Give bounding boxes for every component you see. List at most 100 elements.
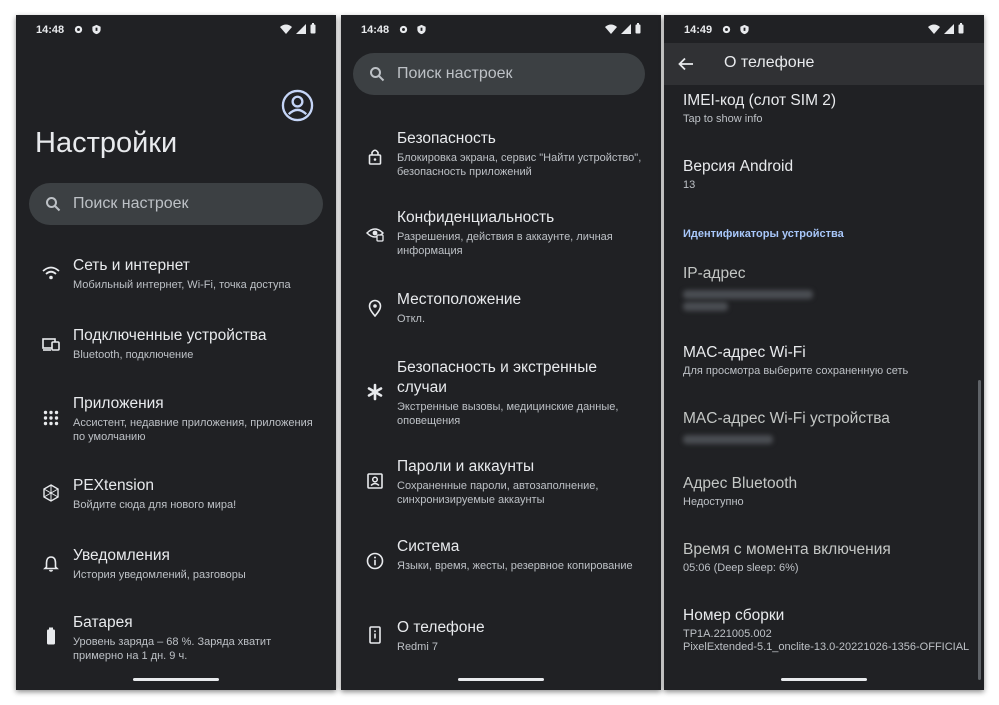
about-phone-screen: 14:49 О телефоне IMEI-код (слот SIM 2) T… [664,15,984,690]
settings-item-network[interactable]: Сеть и интернет Мобильный интернет, Wi-F… [16,253,336,303]
settings-item-battery[interactable]: Батарея Уровень заряда – 68 %. Заряда хв… [16,611,336,671]
cell-signal-icon [296,23,306,34]
battery-status-icon [635,23,641,34]
settings-item-privacy[interactable]: Конфиденциальность Разрешения, действия … [341,206,661,266]
item-subtitle: Войдите сюда для нового мира! [73,499,237,511]
status-time: 14:48 [36,24,65,36]
account-box-icon [367,473,383,489]
settings-item-emergency[interactable]: Безопасность и экстренные случаи Экстрен… [341,356,661,436]
scrollbar[interactable] [978,380,981,680]
search-icon [370,67,385,82]
settings-item-passwords-accounts[interactable]: Пароли и аккаунты Сохраненные пароли, ав… [341,455,661,515]
item-subtitle: Bluetooth, подключение [73,349,194,361]
item-subtitle: История уведомлений, разговоры [73,569,246,581]
apps-grid-icon [43,410,59,426]
cell-signal-icon [944,23,954,34]
privacy-eye-icon [366,228,384,242]
item-subtitle: Откл. [397,313,426,325]
info-item-ip-address[interactable]: IP-адрес [683,264,974,311]
item-title: IP-адрес [683,265,746,282]
item-title: Конфиденциальность [397,209,555,226]
info-item-bluetooth-address[interactable]: Адрес Bluetooth Недоступно [683,474,974,509]
item-subtitle: Ассистент, недавние приложения, приложен… [73,417,313,443]
settings-list-screen: 14:48 Поиск настроек Безопасность Блокир… [341,15,661,690]
battery-status-icon [958,23,964,34]
settings-item-location[interactable]: Местоположение Откл. [341,288,661,338]
item-subtitle: Для просмотра выберите сохраненную сеть [683,365,909,377]
devices-icon [42,338,60,351]
item-title: MAC-адрес Wi-Fi устройства [683,410,890,427]
info-item-android-version[interactable]: Версия Android 13 [683,157,974,192]
item-title: Адрес Bluetooth [683,475,798,492]
status-bar: 14:48 [361,23,641,39]
item-subtitle: 05:06 (Deep sleep: 6%) [683,562,799,574]
search-bar[interactable]: Поиск настроек [29,183,323,225]
settings-home-screen: 14:48 Настройки Поиск настроек Сеть и ин… [16,15,336,690]
search-placeholder: Поиск настроек [397,65,513,82]
item-subtitle: 13 [683,179,696,191]
item-title: Время с момента включения [683,541,891,558]
redacted-value [683,302,728,311]
item-title: Версия Android [683,158,794,175]
home-indicator[interactable] [781,678,867,681]
home-indicator[interactable] [133,678,219,681]
item-subtitle: Мобильный интернет, Wi-Fi, точка доступа [73,279,291,291]
wifi-signal-icon [928,24,940,34]
wifi-signal-icon [280,24,292,34]
app-bar: О телефоне [664,43,984,85]
redacted-value [683,435,773,444]
item-subtitle: Redmi 7 [397,641,438,653]
page-title: О телефоне [724,54,815,71]
wifi-signal-icon [605,24,617,34]
search-icon [46,197,61,212]
item-title: Уведомления [73,547,170,564]
settings-item-security[interactable]: Безопасность Блокировка экрана, сервис "… [341,127,661,187]
item-title: Местоположение [397,291,522,308]
lock-icon [368,149,382,165]
gear-icon [74,25,83,34]
account-avatar-icon[interactable] [281,89,314,122]
settings-item-notifications[interactable]: Уведомления История уведомлений, разгово… [16,543,336,593]
item-title: Подключенные устройства [73,327,267,344]
redacted-value [683,290,813,299]
wifi-icon [42,266,60,280]
home-indicator[interactable] [458,678,544,681]
item-subtitle: Разрешения, действия в аккаунте, личная … [397,231,613,257]
item-title: Приложения [73,395,164,412]
back-arrow-icon[interactable] [677,55,695,73]
gear-icon [399,25,408,34]
settings-item-apps[interactable]: Приложения Ассистент, недавние приложени… [16,392,336,452]
item-title: Сеть и интернет [73,257,190,274]
item-title: MAC-адрес Wi-Fi [683,344,806,361]
info-item-device-wifi-mac[interactable]: MAC-адрес Wi-Fi устройства [683,409,974,444]
location-pin-icon [368,299,382,317]
info-item-build-number[interactable]: Номер сборки TP1A.221005.002 PixelExtend… [683,606,974,654]
info-item-uptime[interactable]: Время с момента включения 05:06 (Deep sl… [683,540,974,575]
info-item-wifi-mac[interactable]: MAC-адрес Wi-Fi Для просмотра выберите с… [683,343,974,378]
emergency-asterisk-icon [367,383,383,401]
settings-item-pextension[interactable]: PEXtension Войдите сюда для нового мира! [16,473,336,523]
item-title: О телефоне [397,619,485,636]
settings-item-about-phone[interactable]: О телефоне Redmi 7 [341,616,661,666]
settings-item-system[interactable]: Система Языки, время, жесты, резервное к… [341,535,661,595]
gear-icon [722,25,731,34]
settings-item-connected-devices[interactable]: Подключенные устройства Bluetooth, подкл… [16,323,336,373]
status-time: 14:49 [684,24,713,36]
shield-icon [92,24,101,35]
search-placeholder: Поиск настроек [73,195,189,212]
item-title: Безопасность и экстренные случаи [397,359,597,396]
info-item-imei[interactable]: IMEI-код (слот SIM 2) Tap to show info [683,91,974,126]
info-icon [366,552,384,570]
shield-icon [740,24,749,35]
item-subtitle: TP1A.221005.002 PixelExtended-5.1_onclit… [683,628,970,653]
item-title: PEXtension [73,477,154,494]
item-subtitle: Сохраненные пароли, автозаполнение, синх… [397,480,599,506]
phone-info-icon [369,626,381,644]
pextension-icon [43,484,59,502]
status-bar: 14:48 [36,23,316,39]
item-subtitle: Блокировка экрана, сервис "Найти устройс… [397,152,642,178]
bell-icon [43,556,59,572]
status-bar: 14:49 [684,23,964,39]
search-bar[interactable]: Поиск настроек [353,53,645,95]
item-title: IMEI-код (слот SIM 2) [683,92,837,109]
